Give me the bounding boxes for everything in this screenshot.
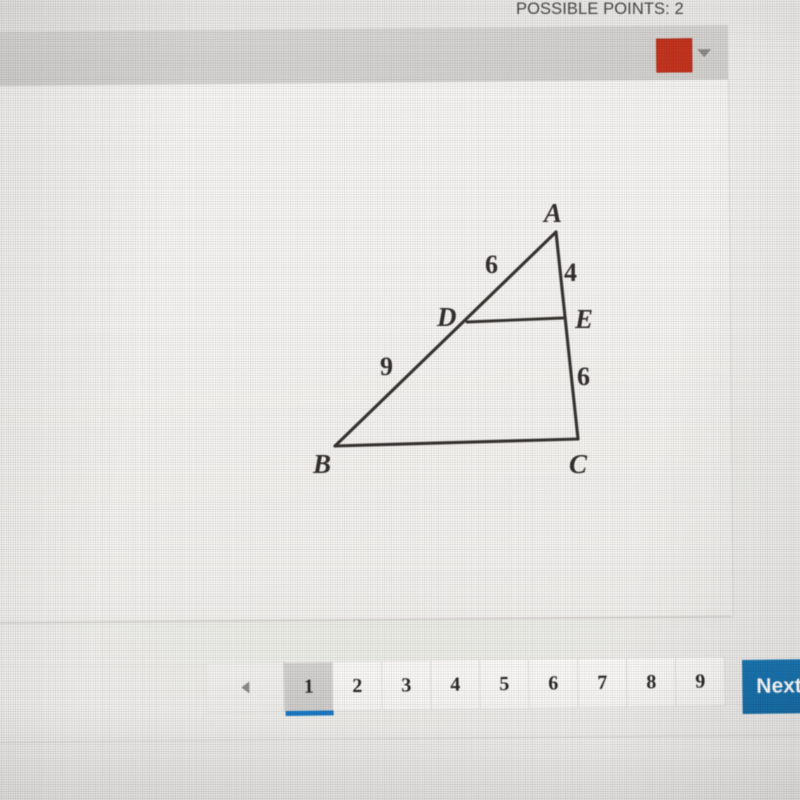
pagination-page-1[interactable]: 1 <box>283 661 334 712</box>
toolbar-inner <box>0 25 729 88</box>
length-label-ec: 6 <box>577 362 590 391</box>
pagination-page-label: 1 <box>303 675 314 698</box>
pagination-page-label: 3 <box>401 673 412 696</box>
pagination-page-label: 7 <box>597 671 608 694</box>
triangle-svg: A B C D E 6 4 9 6 <box>312 198 593 479</box>
length-label-ad: 6 <box>485 250 498 279</box>
editor-toolbar <box>0 24 729 88</box>
pagination-page-5[interactable]: 5 <box>479 658 530 710</box>
pagination-page-3[interactable]: 3 <box>381 660 432 711</box>
segment-de <box>465 316 565 324</box>
vertex-label-e: E <box>574 304 593 334</box>
chevron-down-icon[interactable] <box>697 49 712 58</box>
vertex-label-d: D <box>436 302 457 332</box>
length-label-ae: 4 <box>564 258 577 287</box>
geometry-figure: A B C D E 6 4 9 6 <box>280 190 630 490</box>
pagination-page-label: 5 <box>499 672 510 695</box>
page-bottom-divider <box>0 734 800 743</box>
pagination-page-4[interactable]: 4 <box>430 659 481 711</box>
pagination-page-7[interactable]: 7 <box>577 657 628 709</box>
prev-arrow-icon <box>241 681 250 694</box>
next-button[interactable]: Next <box>742 659 800 714</box>
screen-content-layer: POSSIBLE POINTS: 2 A B C D E 6 4 9 6 1 2… <box>0 0 800 800</box>
pagination-page-label: 4 <box>450 673 461 696</box>
segment-bc <box>333 437 580 448</box>
vertex-label-a: A <box>542 198 562 228</box>
pagination-page-label: 2 <box>352 674 363 697</box>
vertex-label-c: C <box>569 449 588 479</box>
pagination-page-9[interactable]: 9 <box>675 656 726 707</box>
pagination-page-label: 8 <box>646 670 657 693</box>
pagination-page-2[interactable]: 2 <box>332 660 383 712</box>
pagination-prev-button[interactable] <box>206 661 285 713</box>
vertex-label-b: B <box>312 449 331 479</box>
color-swatch-button[interactable] <box>656 38 693 73</box>
screen-photo: POSSIBLE POINTS: 2 A B C D E 6 4 9 6 1 2… <box>0 0 800 800</box>
pagination-page-6[interactable]: 6 <box>528 658 579 709</box>
pagination-page-label: 6 <box>548 671 559 695</box>
possible-points-label: POSSIBLE POINTS: 2 <box>516 0 684 18</box>
pagination[interactable]: 1 2 3 4 5 6 7 8 9 <box>206 656 726 713</box>
length-label-db: 9 <box>380 352 393 381</box>
segment-ab <box>333 230 558 448</box>
pagination-page-label: 9 <box>695 669 706 693</box>
pagination-page-8[interactable]: 8 <box>626 656 677 708</box>
